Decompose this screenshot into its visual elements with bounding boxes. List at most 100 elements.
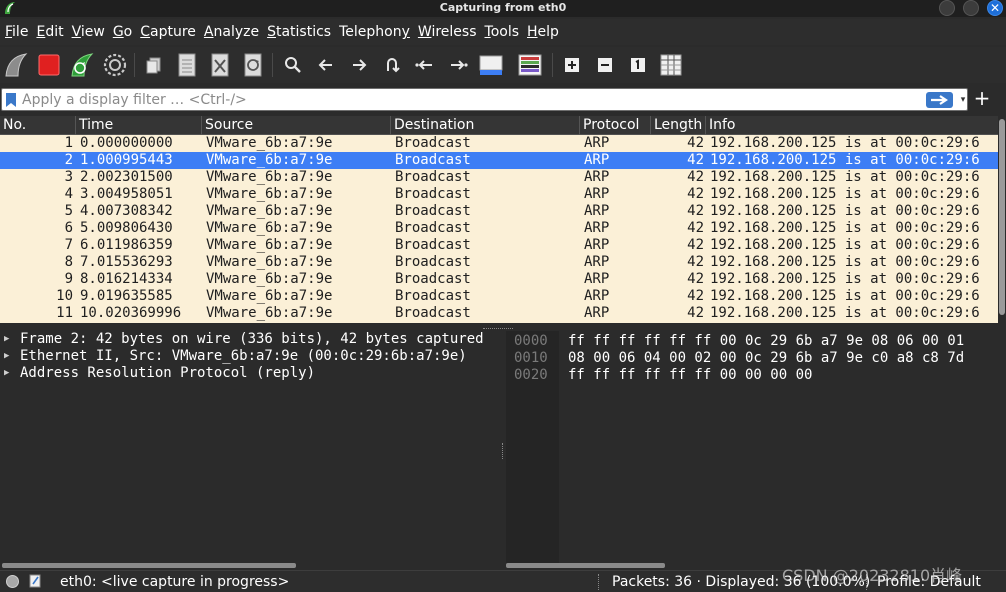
menu-item[interactable]: Edit [35, 19, 70, 45]
maximize-button[interactable] [963, 0, 979, 16]
packet-cell-protocol: ARP [584, 152, 610, 168]
open-file-icon[interactable] [140, 51, 168, 79]
packet-row[interactable]: 8 7.015536293 VMware_6b:a7:9e Broadcast ARP 4… [0, 254, 998, 271]
menu-item[interactable]: Analyze [203, 19, 266, 45]
packet-cell-time: 4.007308342 [80, 203, 173, 219]
colorize-icon[interactable] [516, 51, 544, 79]
close-file-icon[interactable] [206, 51, 234, 79]
packet-cell-destination: Broadcast [395, 305, 471, 321]
packet-cell-info: 192.168.200.125 is at 00:0c:29:6 [710, 169, 980, 185]
add-filter-button[interactable]: + [972, 88, 992, 110]
packet-cell-time: 9.019635585 [80, 288, 173, 304]
menu-item[interactable]: File [4, 19, 35, 45]
menu-item[interactable]: Go [112, 19, 139, 45]
packet-cell-source: VMware_6b:a7:9e [206, 203, 333, 219]
packet-row[interactable]: 6 5.009806430 VMware_6b:a7:9e Broadcast ARP 4… [0, 220, 998, 237]
packet-cell-info: 192.168.200.125 is at 00:0c:29:6 [710, 203, 980, 219]
menu-item[interactable]: Statistics [266, 19, 338, 45]
bytes-scrollbar[interactable] [506, 563, 665, 568]
splitter-grip[interactable] [483, 328, 513, 330]
go-back-icon[interactable] [312, 51, 340, 79]
shark-fin-start-icon[interactable] [2, 51, 30, 79]
packet-row[interactable]: 5 4.007308342 VMware_6b:a7:9e Broadcast ARP 4… [0, 203, 998, 220]
packet-cell-time: 5.009806430 [80, 220, 173, 236]
stop-capture-icon[interactable] [35, 51, 63, 79]
menu-label: tatistics [275, 24, 332, 40]
menu-item[interactable]: Wireless [417, 19, 484, 45]
packet-row[interactable]: 3 2.002301500 VMware_6b:a7:9e Broadcast ARP 4… [0, 169, 998, 186]
details-tree-item[interactable]: ▶ Frame 2: 42 bytes on wire (336 bits), 4… [0, 331, 499, 348]
byte-hex[interactable]: 08 00 06 04 00 02 00 0c 29 6b a7 9e c0 a… [568, 350, 964, 367]
details-tree-item[interactable]: ▶ Address Resolution Protocol (reply) [0, 365, 499, 382]
last-packet-icon[interactable] [444, 51, 472, 79]
menu-item[interactable]: Capture [139, 19, 203, 45]
normal-size-icon[interactable] [624, 51, 652, 79]
packet-row[interactable]: 9 8.016214334 VMware_6b:a7:9e Broadcast ARP 4… [0, 271, 998, 288]
vertical-splitter[interactable] [499, 331, 506, 568]
packet-cell-no: 1 [64, 135, 73, 151]
packet-row[interactable]: 4 3.004958051 VMware_6b:a7:9e Broadcast ARP 4… [0, 186, 998, 203]
splitter-grip[interactable] [502, 443, 504, 459]
save-file-icon[interactable] [173, 51, 201, 79]
expert-info-icon[interactable] [6, 575, 19, 588]
packet-row[interactable]: 2 1.000995443 VMware_6b:a7:9e Broadcast ARP 4… [0, 152, 998, 169]
menu-label: dit [45, 24, 64, 40]
details-scrollbar[interactable] [2, 563, 296, 568]
column-protocol[interactable]: Protocol [580, 116, 651, 135]
column-source[interactable]: Source [202, 116, 391, 135]
column-destination[interactable]: Destination [391, 116, 580, 135]
resize-columns-icon[interactable] [657, 51, 685, 79]
zoom-out-icon[interactable] [591, 51, 619, 79]
packet-cell-source: VMware_6b:a7:9e [206, 305, 333, 321]
minimize-button[interactable] [939, 0, 955, 16]
reload-file-icon[interactable] [239, 51, 267, 79]
expand-arrow-icon[interactable]: ▶ [4, 348, 9, 365]
expand-arrow-icon[interactable]: ▶ [4, 365, 9, 382]
details-tree-item[interactable]: ▶ Ethernet II, Src: VMware_6b:a7:9e (00:0… [0, 348, 499, 365]
menu-item[interactable]: Help [526, 19, 566, 45]
packet-row[interactable]: 10 9.019635585 VMware_6b:a7:9e Broadcast ARP… [0, 288, 998, 305]
bookmark-icon[interactable] [5, 92, 17, 108]
main-toolbar [0, 47, 1006, 83]
packet-bytes-pane: 0000 ff ff ff ff ff ff 00 0c 29 6b a7 9e … [506, 331, 1006, 568]
column-time[interactable]: Time [76, 116, 202, 135]
packet-row[interactable]: 1 0.000000000 VMware_6b:a7:9e Broadcast ARP 4… [0, 135, 998, 152]
column-no[interactable]: No. [0, 116, 76, 135]
packet-cell-length: 42 [687, 152, 704, 168]
first-packet-icon[interactable] [411, 51, 439, 79]
details-tree-label: Address Resolution Protocol (reply) [20, 365, 316, 381]
byte-hex[interactable]: ff ff ff ff ff ff 00 00 00 00 [568, 367, 812, 384]
display-filter-input[interactable]: Apply a display filter … <Ctrl-/> ▾ [1, 88, 968, 111]
filter-placeholder: Apply a display filter … <Ctrl-/> [22, 92, 247, 108]
autoscroll-icon[interactable] [477, 51, 505, 79]
packet-row[interactable]: 7 6.011986359 VMware_6b:a7:9e Broadcast ARP 4… [0, 237, 998, 254]
packet-cell-destination: Broadcast [395, 169, 471, 185]
apply-filter-button[interactable] [926, 92, 953, 108]
zoom-in-icon[interactable] [558, 51, 586, 79]
menu-item[interactable]: View [71, 19, 112, 45]
packet-row[interactable]: 11 10.020369996 VMware_6b:a7:9e Broadcast AR… [0, 305, 998, 322]
go-to-packet-icon[interactable] [378, 51, 406, 79]
close-window-button[interactable]: ✕ [987, 0, 1003, 16]
filter-history-dropdown[interactable]: ▾ [957, 92, 969, 108]
go-forward-icon[interactable] [345, 51, 373, 79]
packet-cell-destination: Broadcast [395, 220, 471, 236]
capture-options-icon[interactable] [101, 51, 129, 79]
packet-list-scrollbar[interactable] [998, 116, 1006, 323]
expand-arrow-icon[interactable]: ▶ [4, 331, 9, 348]
arrow-right-icon [931, 95, 948, 105]
horizontal-splitter[interactable] [0, 323, 1006, 331]
column-length[interactable]: Length [651, 116, 706, 135]
find-packet-icon[interactable] [279, 51, 307, 79]
column-info[interactable]: Info [706, 116, 1006, 135]
packet-cell-protocol: ARP [584, 220, 610, 236]
menu-item[interactable]: Telephony [338, 19, 417, 45]
capture-comment-icon[interactable] [29, 574, 41, 588]
scrollbar-thumb[interactable] [999, 119, 1005, 315]
menu-mnemonic: F [5, 24, 13, 40]
restart-capture-icon[interactable] [68, 51, 96, 79]
byte-offset: 0000 [514, 333, 548, 349]
byte-hex[interactable]: ff ff ff ff ff ff 00 0c 29 6b a7 9e 08 0… [568, 333, 964, 350]
packet-cell-info: 192.168.200.125 is at 00:0c:29:6 [710, 288, 980, 304]
menu-item[interactable]: Tools [484, 19, 527, 45]
